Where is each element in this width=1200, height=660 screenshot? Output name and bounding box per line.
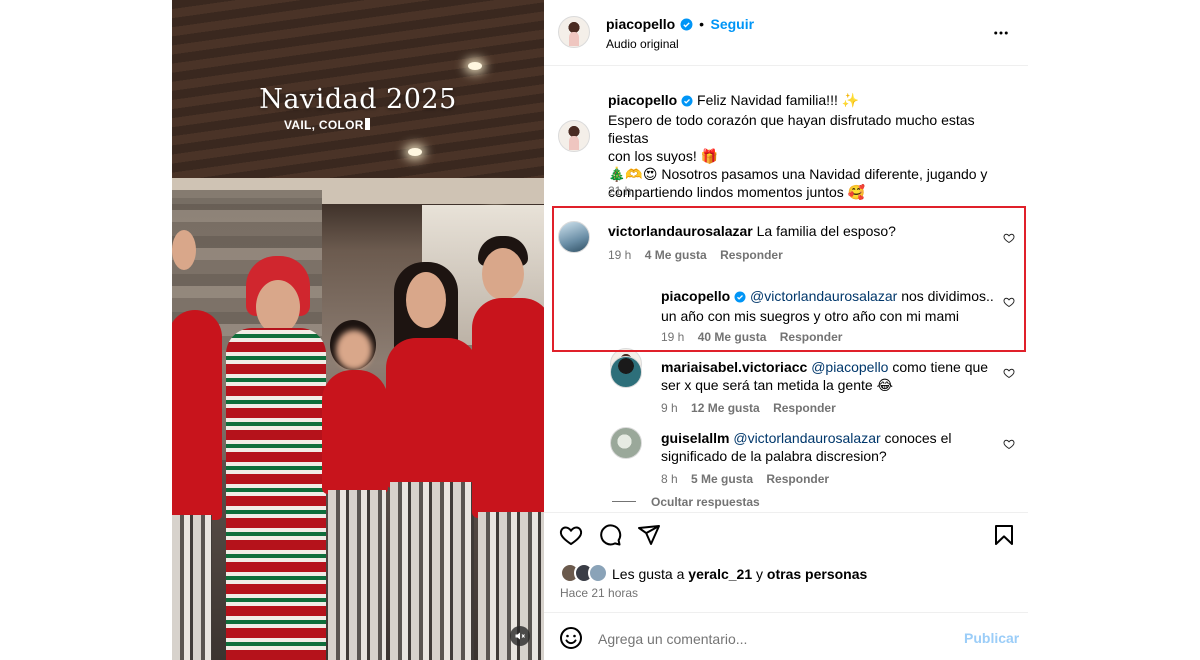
- video-subtitle-text: VAIL, COLOR: [284, 118, 364, 132]
- ceiling-light: [468, 62, 482, 70]
- reply-username[interactable]: mariaisabel.victoriacc: [661, 359, 807, 375]
- header-separator: •: [699, 16, 705, 32]
- reply: mariaisabel.victoriacc @piacopello como …: [661, 358, 1001, 394]
- share-paper-plane-icon[interactable]: [637, 523, 661, 552]
- like-heart-icon[interactable]: [559, 523, 583, 552]
- caption-username[interactable]: piacopello: [608, 92, 677, 108]
- likes-prefix: Les gusta a: [612, 566, 685, 582]
- caption-line-5: compartiendo lindos momentos juntos 🥰: [608, 184, 866, 200]
- reply-mention[interactable]: @victorlandaurosalazar: [733, 430, 880, 446]
- reply-button[interactable]: Responder: [773, 401, 836, 415]
- likes-conj: y: [756, 566, 764, 582]
- reply-avatar[interactable]: [610, 356, 642, 388]
- caption-avatar[interactable]: [558, 120, 590, 152]
- reply-text-1: conoces el: [884, 430, 952, 446]
- more-dots-icon[interactable]: [992, 24, 1010, 47]
- reply-time[interactable]: 8 h: [661, 472, 678, 486]
- reply-text-2: significado de la palabra discresion?: [661, 448, 887, 464]
- reply-text-1: como tiene que: [892, 359, 989, 375]
- reply-likes[interactable]: 12 Me gusta: [691, 401, 760, 415]
- likes-summary: Les gusta a yeralc_21 y otras personas: [612, 566, 867, 582]
- reply-username[interactable]: guiselallm: [661, 430, 729, 446]
- reply-likes[interactable]: 5 Me gusta: [691, 472, 753, 486]
- reply-like-icon[interactable]: [1003, 366, 1015, 384]
- caption-line-3: con los suyos! 🎁: [608, 148, 719, 164]
- reply-meta: 9 h 12 Me gusta Responder: [661, 401, 836, 415]
- composer-divider: [544, 612, 1028, 613]
- author-username[interactable]: piacopello: [606, 16, 675, 32]
- header-divider: [544, 65, 1028, 66]
- muted-speaker-icon[interactable]: [510, 626, 530, 646]
- comment-input[interactable]: [596, 628, 940, 650]
- hide-replies-line: [612, 501, 636, 502]
- emoji-icon[interactable]: [559, 626, 583, 655]
- reply-text-2: ser x que será tan metida la gente 😂: [661, 377, 893, 393]
- reply-avatar[interactable]: [610, 427, 642, 459]
- other-likers-link[interactable]: otras personas: [767, 566, 867, 582]
- post-header: piacopello • Seguir: [606, 16, 754, 36]
- reply-meta: 8 h 5 Me gusta Responder: [661, 472, 829, 486]
- save-bookmark-icon[interactable]: [992, 523, 1016, 552]
- video-title-overlay: Navidad 2025: [259, 84, 457, 115]
- reply: guiselallm @victorlandaurosalazar conoce…: [661, 429, 1001, 465]
- likers-avatars[interactable]: [560, 563, 612, 583]
- caption-line-4: 🎄🫶😍 Nosotros pasamos una Navidad diferen…: [608, 166, 988, 182]
- audio-label[interactable]: Audio original: [606, 37, 679, 51]
- post-time-ago[interactable]: Hace 21 horas: [560, 586, 638, 600]
- reply-mention[interactable]: @piacopello: [811, 359, 888, 375]
- verified-badge-icon: [681, 93, 693, 111]
- ceiling-light: [408, 148, 422, 156]
- video-subtitle-overlay: VAIL, COLOR: [284, 118, 370, 132]
- post-media-video[interactable]: Navidad 2025 VAIL, COLOR: [172, 0, 544, 660]
- caption: piacopello Feliz Navidad familia!!! ✨ Es…: [608, 91, 1018, 201]
- highlight-annotation-box: [552, 206, 1026, 352]
- reply-button[interactable]: Responder: [766, 472, 829, 486]
- caption-time[interactable]: 21 h: [608, 184, 631, 198]
- author-avatar[interactable]: [558, 16, 590, 48]
- actions-divider: [544, 512, 1028, 513]
- hide-replies-button[interactable]: Ocultar respuestas: [651, 495, 760, 509]
- liker-username[interactable]: yeralc_21: [688, 566, 752, 582]
- caption-line-2: Espero de todo corazón que hayan disfrut…: [608, 112, 975, 146]
- verified-badge-icon: [680, 18, 693, 36]
- caption-line-1: Feliz Navidad familia!!! ✨: [697, 92, 860, 108]
- publish-button[interactable]: Publicar: [964, 630, 1019, 646]
- reply-like-icon[interactable]: [1003, 437, 1015, 455]
- comment-bubble-icon[interactable]: [598, 523, 622, 552]
- reply-time[interactable]: 9 h: [661, 401, 678, 415]
- follow-button[interactable]: Seguir: [711, 16, 755, 32]
